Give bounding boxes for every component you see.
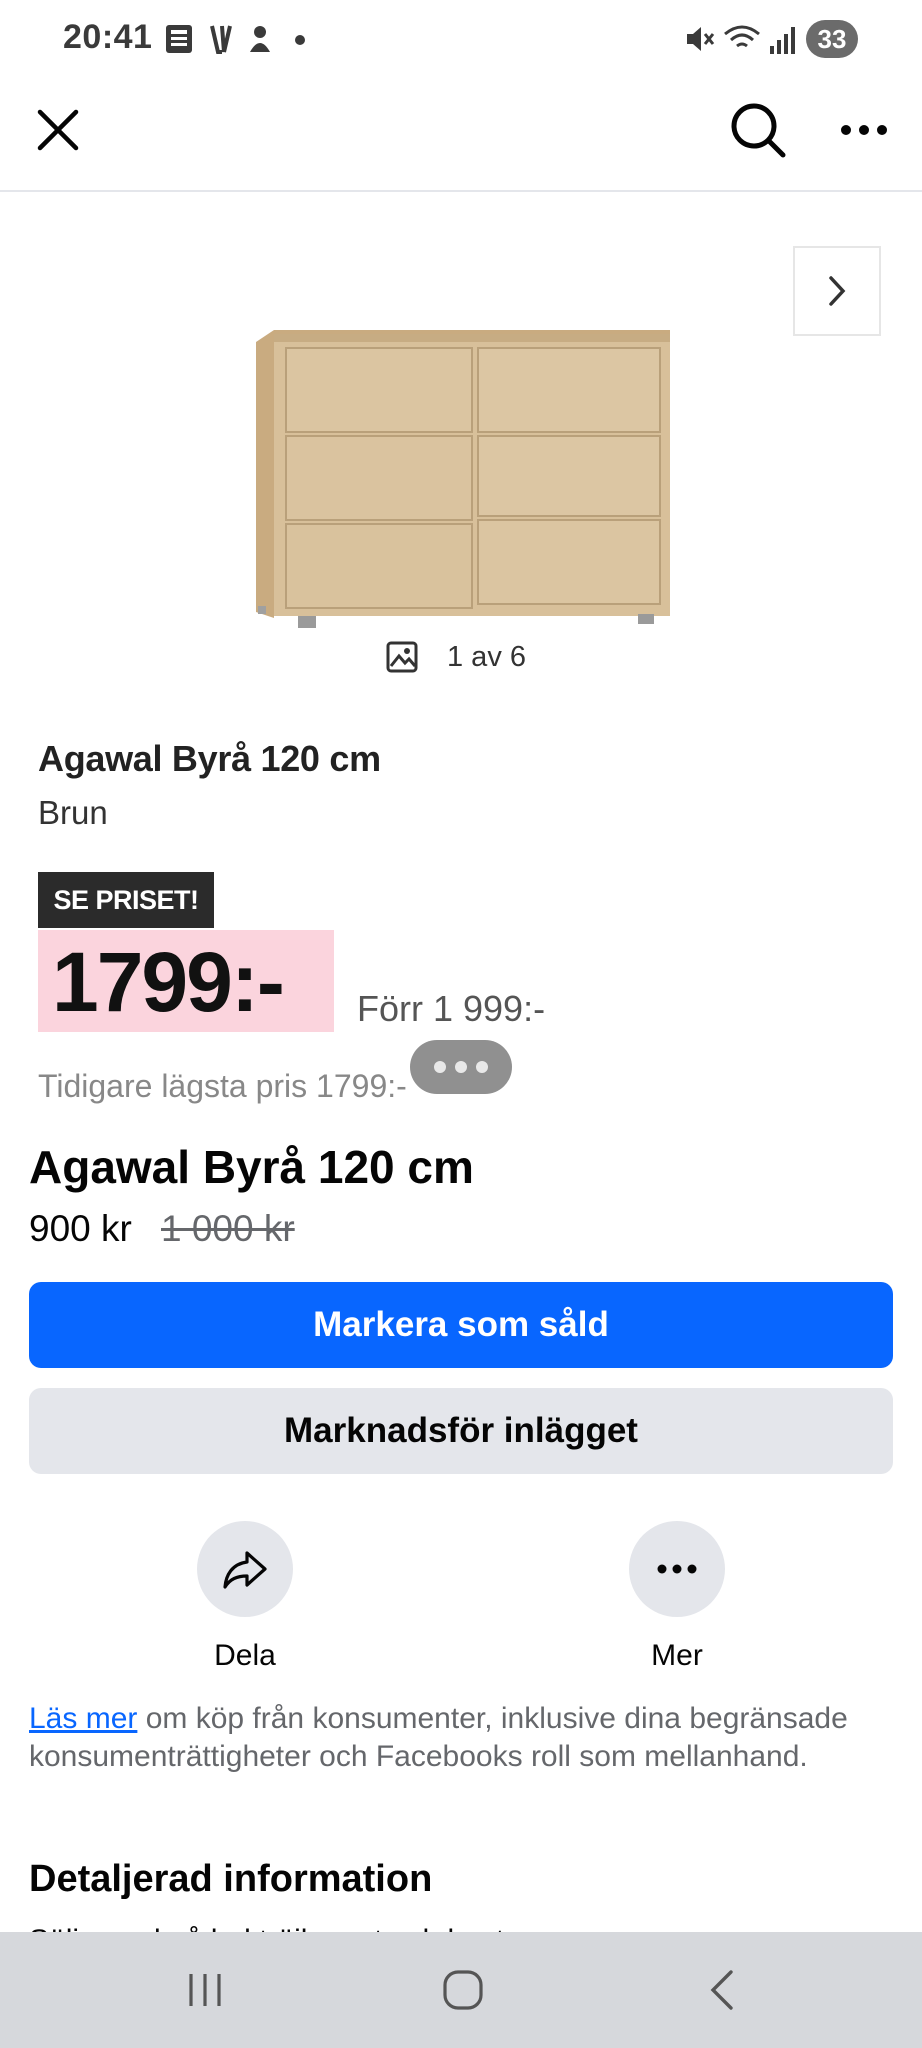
recent-apps-button[interactable] — [145, 1932, 265, 2048]
listing-price: 900 kr — [29, 1208, 132, 1249]
wifi-icon — [724, 25, 760, 48]
promote-listing-button[interactable]: Marknadsför inlägget — [29, 1388, 893, 1474]
mark-as-sold-button[interactable]: Markera som såld — [29, 1282, 893, 1368]
ad-price: 1799:- — [52, 935, 285, 1029]
image-counter-text: 1 av 6 — [447, 640, 526, 673]
expand-description-button[interactable] — [410, 1040, 512, 1094]
dot-icon — [455, 1061, 467, 1073]
search-button[interactable] — [724, 96, 792, 164]
more-action[interactable]: Mer — [577, 1521, 777, 1673]
back-icon — [710, 1970, 733, 2010]
signal-icon — [770, 27, 795, 54]
more-icon — [841, 125, 887, 135]
more-actions-button[interactable] — [629, 1521, 725, 1617]
share-button[interactable] — [197, 1521, 293, 1617]
more-options-button[interactable] — [832, 98, 896, 162]
ad-lowest-price: Tidigare lägsta pris 1799:- — [38, 1068, 407, 1104]
consumer-info-text: om köp från konsumenter, inklusive dina … — [29, 1702, 848, 1773]
read-more-link[interactable]: Läs mer — [29, 1702, 137, 1735]
listing-old-price: 1 000 kr — [161, 1208, 295, 1249]
news-icon — [166, 25, 192, 53]
close-icon — [37, 109, 79, 151]
app-header — [0, 80, 922, 192]
image-counter: 1 av 6 — [385, 640, 526, 674]
chevron-right-icon — [829, 276, 846, 306]
price-badge: SE PRISET! — [38, 872, 214, 928]
more-label: Mer — [651, 1639, 703, 1672]
battery-indicator: 33 — [806, 20, 858, 58]
status-time: 20:41 — [63, 18, 153, 56]
ad-product-title: Agawal Byrå 120 cm — [38, 738, 381, 779]
home-icon — [443, 1970, 483, 2010]
share-action[interactable]: Dela — [145, 1521, 345, 1673]
share-label: Dela — [214, 1639, 276, 1672]
back-button[interactable] — [662, 1932, 782, 2048]
ad-former-price: Förr 1 999:- — [357, 988, 546, 1029]
product-image-carousel[interactable]: 1 av 6 — [0, 192, 922, 692]
details-heading: Detaljerad information — [29, 1858, 433, 1900]
mute-icon — [687, 27, 715, 51]
consumer-info: Läs mer om köp från konsumenter, inklusi… — [29, 1700, 895, 1776]
v-app-icon — [210, 25, 232, 54]
details-text: Säljs med på hel tröjkorset och bostan — [29, 1918, 538, 1932]
ad-product-color: Brun — [38, 794, 108, 831]
product-image — [256, 330, 670, 628]
notification-app-icon — [250, 26, 270, 52]
status-bar: 20:41 33 — [0, 0, 922, 80]
share-icon — [223, 1551, 267, 1589]
system-nav-bar — [0, 1932, 922, 2048]
recent-apps-icon — [189, 1974, 221, 2006]
dot-icon — [476, 1061, 488, 1073]
listing-title: Agawal Byrå 120 cm — [29, 1141, 474, 1193]
home-button[interactable] — [403, 1932, 523, 2048]
dot-icon — [295, 35, 305, 45]
close-button[interactable] — [26, 98, 90, 162]
next-image-button[interactable] — [793, 246, 881, 336]
more-icon — [657, 1564, 697, 1574]
image-icon — [386, 641, 418, 673]
search-icon — [731, 103, 786, 158]
dot-icon — [434, 1061, 446, 1073]
